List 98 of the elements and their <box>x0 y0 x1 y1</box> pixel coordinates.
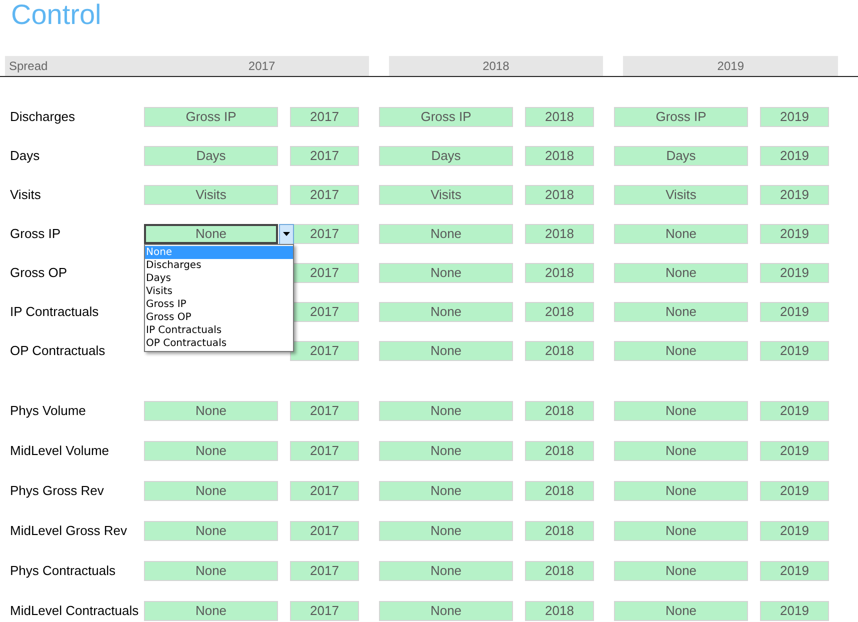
dropdown-field[interactable]: None <box>144 224 278 244</box>
metric-cell[interactable]: None <box>144 601 278 621</box>
metric-cell[interactable]: Days <box>614 146 748 166</box>
metric-cell[interactable]: None <box>144 521 278 541</box>
row-label: OP Contractuals <box>9 342 106 360</box>
year-cell[interactable]: 2017 <box>290 481 359 501</box>
metric-cell[interactable]: None <box>614 401 748 421</box>
year-cell[interactable]: 2018 <box>525 401 594 421</box>
metric-cell[interactable]: Visits <box>379 184 513 204</box>
metric-cell[interactable]: None <box>379 561 513 581</box>
dropdown-option[interactable]: Gross IP <box>145 298 293 310</box>
year-cell[interactable]: 2018 <box>525 184 594 204</box>
year-cell[interactable]: 2017 <box>290 601 359 621</box>
year-cell[interactable]: 2019 <box>760 521 829 541</box>
year-cell[interactable]: 2017 <box>290 441 359 461</box>
row-label: MidLevel Volume <box>9 442 110 460</box>
metric-cell[interactable]: None <box>144 441 278 461</box>
row-label: IP Contractuals <box>9 302 100 321</box>
dropdown-option[interactable]: Gross OP <box>145 310 293 324</box>
row-label: Days <box>9 146 41 165</box>
metric-cell[interactable]: Gross IP <box>379 106 513 126</box>
spread-label: Spread <box>9 58 48 75</box>
metric-cell[interactable]: Days <box>144 146 278 166</box>
metric-cell[interactable]: None <box>379 481 513 501</box>
metric-cell[interactable]: Days <box>379 146 513 166</box>
year-cell[interactable]: 2017 <box>290 184 359 204</box>
row-label: Phys Volume <box>9 402 87 420</box>
metric-cell[interactable]: None <box>614 561 748 581</box>
page-title: Control <box>10 0 102 30</box>
year-cell[interactable]: 2017 <box>290 106 359 126</box>
metric-cell[interactable]: None <box>379 521 513 541</box>
year-cell[interactable]: 2018 <box>525 521 594 541</box>
metric-cell[interactable]: Gross IP <box>614 106 748 126</box>
year-cell[interactable]: 2018 <box>525 262 594 282</box>
year-cell[interactable]: 2019 <box>760 106 829 126</box>
year-cell[interactable]: 2019 <box>760 441 829 461</box>
year-cell[interactable]: 2017 <box>290 340 359 360</box>
row-label: Phys Gross Rev <box>9 482 105 500</box>
metric-cell[interactable]: None <box>614 601 748 621</box>
year-cell[interactable]: 2019 <box>760 224 829 244</box>
year-label: 2017 <box>247 58 276 75</box>
year-label: 2019 <box>717 58 744 75</box>
metric-cell[interactable]: None <box>144 401 278 421</box>
year-cell[interactable]: 2019 <box>760 601 829 621</box>
year-cell[interactable]: 2019 <box>760 146 829 166</box>
year-cell[interactable]: 2018 <box>525 224 594 244</box>
year-cell[interactable]: 2018 <box>525 340 594 360</box>
row-label: Visits <box>9 186 42 204</box>
metric-cell[interactable]: Visits <box>614 184 748 204</box>
year-cell[interactable]: 2018 <box>525 302 594 322</box>
dropdown-option[interactable]: None <box>145 246 293 258</box>
metric-cell[interactable]: None <box>379 262 513 282</box>
row-label: Gross IP <box>9 224 62 243</box>
year-cell[interactable]: 2018 <box>525 561 594 581</box>
year-cell[interactable]: 2019 <box>760 262 829 282</box>
year-cell[interactable]: 2018 <box>525 146 594 166</box>
metric-cell[interactable]: None <box>379 601 513 621</box>
year-cell[interactable]: 2019 <box>760 561 829 581</box>
metric-cell[interactable]: None <box>379 441 513 461</box>
metric-cell[interactable]: None <box>144 481 278 501</box>
metric-cell[interactable]: None <box>614 262 748 282</box>
year-label: 2018 <box>482 58 510 75</box>
metric-cell[interactable]: None <box>144 561 278 581</box>
metric-cell[interactable]: Visits <box>144 184 278 204</box>
metric-cell[interactable]: Gross IP <box>144 106 278 126</box>
row-label: MidLevel Contractuals <box>9 602 140 620</box>
metric-cell[interactable]: None <box>614 481 748 501</box>
metric-cell[interactable]: None <box>379 401 513 421</box>
row-label: Gross OP <box>9 264 68 282</box>
year-cell[interactable]: 2019 <box>760 184 829 204</box>
row-label: Phys Contractuals <box>9 562 116 580</box>
dropdown-option[interactable]: Discharges <box>145 258 293 272</box>
metric-cell[interactable]: None <box>379 224 513 244</box>
metric-cell[interactable]: None <box>379 340 513 360</box>
dropdown-option[interactable]: IP Contractuals <box>145 324 293 336</box>
dropdown-option[interactable]: OP Contractuals <box>145 336 293 350</box>
row-label: MidLevel Gross Rev <box>9 522 128 540</box>
metric-cell[interactable]: None <box>614 302 748 322</box>
row-label: Discharges <box>9 108 76 126</box>
metric-cell[interactable]: None <box>614 340 748 360</box>
metric-cell[interactable]: None <box>614 224 748 244</box>
dropdown-option[interactable]: Visits <box>145 284 293 298</box>
metric-cell[interactable]: None <box>614 441 748 461</box>
year-cell[interactable]: 2019 <box>760 481 829 501</box>
year-cell[interactable]: 2017 <box>290 146 359 166</box>
metric-cell[interactable]: None <box>614 521 748 541</box>
year-cell[interactable]: 2018 <box>525 441 594 461</box>
year-cell[interactable]: 2017 <box>290 401 359 421</box>
year-cell[interactable]: 2018 <box>525 481 594 501</box>
year-cell[interactable]: 2018 <box>525 106 594 126</box>
year-cell[interactable]: 2019 <box>760 302 829 322</box>
metric-cell[interactable]: None <box>379 302 513 322</box>
dropdown-option[interactable]: Days <box>145 272 293 284</box>
year-cell[interactable]: 2019 <box>760 401 829 421</box>
year-cell[interactable]: 2019 <box>760 340 829 360</box>
year-cell[interactable]: 2018 <box>525 601 594 621</box>
year-cell[interactable]: 2017 <box>290 521 359 541</box>
year-cell[interactable]: 2017 <box>290 561 359 581</box>
